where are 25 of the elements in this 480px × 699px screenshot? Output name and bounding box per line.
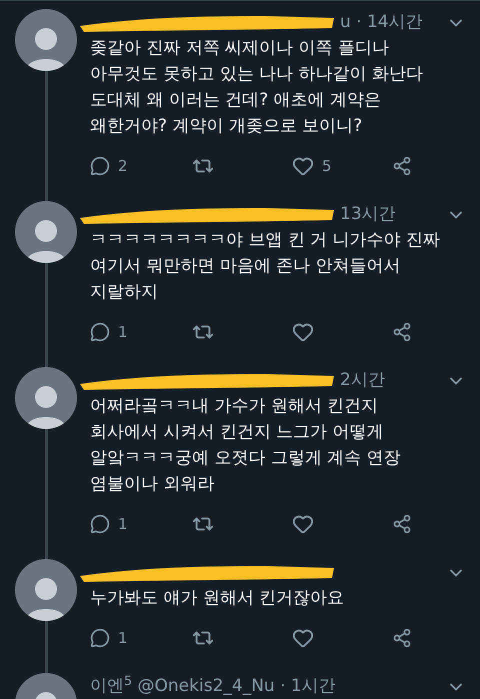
like-icon[interactable] [292, 321, 314, 343]
reply-count: 2 [118, 156, 128, 177]
reply-count: 1 [118, 322, 128, 343]
like-count: 5 [322, 156, 332, 177]
like-icon[interactable] [292, 155, 314, 177]
tweet-text: 어쩌라곸ㅋㅋ내 가수가 원해서 킨건지 회사에서 시켜서 킨건지 느그가 어떻게 알앜ㅋㅋㅋ궁예 오졋다 그렇게 계속 연장 염불이나 외워라 [90, 395, 402, 496]
share-icon[interactable] [392, 514, 412, 534]
share-icon[interactable] [392, 156, 412, 176]
reply-count: 1 [118, 514, 128, 535]
reply-icon[interactable] [90, 322, 110, 342]
share-icon[interactable] [392, 322, 412, 342]
share-icon[interactable] [392, 628, 412, 648]
reply-icon[interactable] [90, 628, 110, 648]
like-icon[interactable] [292, 513, 314, 535]
tweet-header: u · 14시간 [340, 11, 423, 34]
tweet-text: 누가봐도 얘가 원해서 킨거잖아요 [90, 587, 346, 610]
tweet-header: 이엔$^{5}$ @Onekis2_4_Nu · 1시간 [90, 674, 336, 698]
tweet-header: 13시간 [340, 203, 396, 226]
reply-icon[interactable] [90, 514, 110, 534]
tweet-text: 좆같아 진짜 저쪽 씨제이나 이쪽 플디나 아무것도 못하고 있는 나나 하나같이 화난다 도대체 왜 이러는 건데? 애초에 계약은 왜한거야? 계약이 개좆으로 보이니? [90, 37, 424, 138]
tweet-text: ㅋㅋㅋㅋㅋㅋㅋㅋ야 브앱 킨 거 니가수야 진짜 여기서 뭐만하면 마음에 존나 안쳐들어서 지랄하지 [90, 229, 442, 304]
reply-count: 1 [118, 628, 128, 649]
tweet-header: 2시간 [340, 369, 385, 392]
reply-icon[interactable] [90, 156, 110, 176]
like-icon[interactable] [292, 627, 314, 649]
